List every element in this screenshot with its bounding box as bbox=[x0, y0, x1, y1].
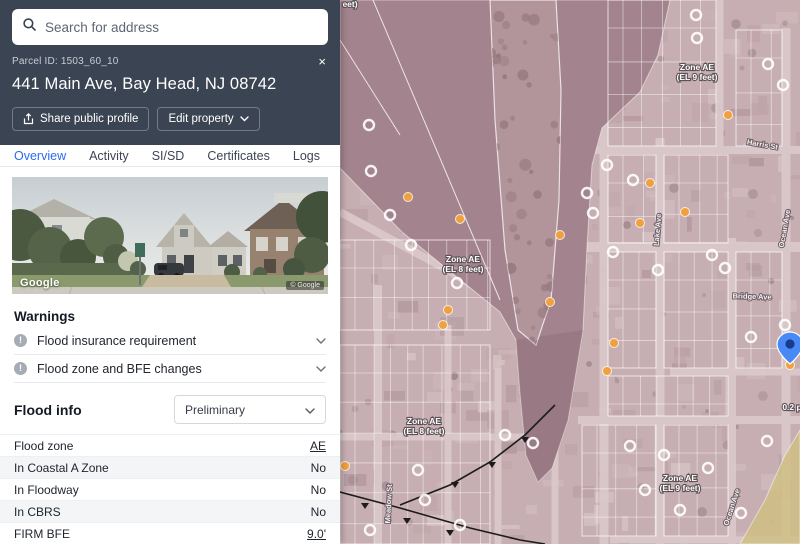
warning-icon: ! bbox=[14, 362, 27, 375]
tab-overview[interactable]: Overview bbox=[14, 149, 66, 163]
google-watermark: Google bbox=[20, 277, 60, 289]
address-search[interactable] bbox=[12, 9, 328, 45]
warnings-title: Warnings bbox=[14, 309, 326, 324]
warning-label: Flood zone and BFE changes bbox=[37, 362, 202, 376]
edit-property-button[interactable]: Edit property bbox=[157, 107, 259, 131]
street-view-photo[interactable]: Google © Google bbox=[12, 177, 328, 294]
row-value[interactable]: AE bbox=[310, 439, 326, 453]
warning-row[interactable]: ! Flood zone and BFE changes bbox=[14, 355, 326, 383]
warning-row[interactable]: ! Flood insurance requirement bbox=[14, 327, 326, 355]
tab-sisd[interactable]: SI/SD bbox=[152, 149, 185, 163]
orange-marker[interactable] bbox=[636, 219, 645, 228]
panel-header: Parcel ID: 1503_60_10 × 441 Main Ave, Ba… bbox=[0, 0, 340, 145]
flood-info-title: Flood info bbox=[14, 402, 82, 418]
tab-bar: Overview Activity SI/SD Certificates Logs bbox=[0, 145, 340, 167]
google-copyright: © Google bbox=[286, 281, 324, 290]
warning-icon: ! bbox=[14, 334, 27, 347]
edit-button-label: Edit property bbox=[168, 113, 233, 125]
flood-data-version-dropdown[interactable]: Preliminary bbox=[174, 395, 326, 424]
orange-marker[interactable] bbox=[439, 321, 448, 330]
chevron-down-icon bbox=[305, 403, 315, 417]
orange-marker[interactable] bbox=[456, 215, 465, 224]
search-input[interactable] bbox=[45, 20, 317, 35]
orange-marker[interactable] bbox=[546, 298, 555, 307]
row-value: No bbox=[311, 483, 326, 497]
flood-info-row: In CBRS No bbox=[0, 500, 340, 522]
partial-label: eet) bbox=[342, 0, 357, 9]
orange-marker[interactable] bbox=[603, 367, 612, 376]
row-label: In Coastal A Zone bbox=[14, 461, 109, 475]
property-address: 441 Main Ave, Bay Head, NJ 08742 bbox=[12, 75, 328, 94]
orange-marker[interactable] bbox=[556, 231, 565, 240]
orange-marker[interactable] bbox=[404, 193, 413, 202]
row-value[interactable]: 9.0' bbox=[307, 527, 326, 541]
orange-marker[interactable] bbox=[444, 306, 453, 315]
flood-info-row: FIRM BFE 9.0' bbox=[0, 522, 340, 544]
row-value: No bbox=[311, 505, 326, 519]
tab-activity[interactable]: Activity bbox=[89, 149, 129, 163]
zone-label: Zone AE(EL 9 feet) bbox=[660, 473, 701, 493]
row-label: In CBRS bbox=[14, 505, 61, 519]
flood-info-section: Flood info Preliminary Flood zone AE In Co… bbox=[0, 383, 340, 544]
property-panel: Parcel ID: 1503_60_10 × 441 Main Ave, Ba… bbox=[0, 0, 340, 544]
orange-marker[interactable] bbox=[341, 462, 350, 471]
parcel-id: Parcel ID: 1503_60_10 bbox=[12, 56, 119, 67]
zone-label: Zone AE(EL 8 feet) bbox=[443, 254, 484, 274]
share-icon bbox=[23, 113, 34, 125]
warnings-section: Warnings ! Flood insurance requirement! Fl… bbox=[0, 294, 340, 383]
chevron-down-icon bbox=[240, 116, 249, 122]
orange-marker[interactable] bbox=[681, 208, 690, 217]
search-icon bbox=[23, 18, 36, 36]
flood-info-row: In Coastal A Zone No bbox=[0, 456, 340, 478]
tab-certificates[interactable]: Certificates bbox=[207, 149, 270, 163]
orange-marker[interactable] bbox=[646, 179, 655, 188]
share-public-profile-button[interactable]: Share public profile bbox=[12, 107, 149, 131]
flood-info-row: Flood zone AE bbox=[0, 434, 340, 456]
zone-label: Zone AE(EL 8 feet) bbox=[404, 416, 445, 436]
orange-marker[interactable] bbox=[724, 111, 733, 120]
flood-info-table: Flood zoneAEIn Coastal A ZoneNoIn Floodw… bbox=[0, 434, 340, 544]
partial-label: 0.2 p bbox=[782, 402, 800, 412]
close-icon[interactable]: × bbox=[316, 55, 328, 68]
map-canvas[interactable]: Zone AE(EL 9 feet) Zone AE(EL 8 feet) Zone… bbox=[340, 0, 800, 544]
tab-logs[interactable]: Logs bbox=[293, 149, 320, 163]
row-label: FIRM BFE bbox=[14, 527, 70, 541]
row-value: No bbox=[311, 461, 326, 475]
dropdown-value: Preliminary bbox=[185, 403, 245, 417]
street-label: Bridge Ave bbox=[732, 291, 771, 301]
warnings-list: ! Flood insurance requirement! Flood zone … bbox=[14, 327, 326, 383]
flood-map[interactable]: Zone AE(EL 9 feet) Zone AE(EL 8 feet) Zone… bbox=[340, 0, 800, 544]
flood-info-row: In Floodway No bbox=[0, 478, 340, 500]
warning-label: Flood insurance requirement bbox=[37, 334, 196, 348]
chevron-down-icon[interactable] bbox=[316, 338, 326, 344]
share-button-label: Share public profile bbox=[40, 113, 138, 125]
row-label: In Floodway bbox=[14, 483, 79, 497]
app: Parcel ID: 1503_60_10 × 441 Main Ave, Ba… bbox=[0, 0, 800, 544]
row-label: Flood zone bbox=[14, 439, 73, 453]
orange-marker[interactable] bbox=[610, 339, 619, 348]
chevron-down-icon[interactable] bbox=[316, 366, 326, 372]
zone-label: Zone AE(EL 9 feet) bbox=[677, 62, 718, 82]
